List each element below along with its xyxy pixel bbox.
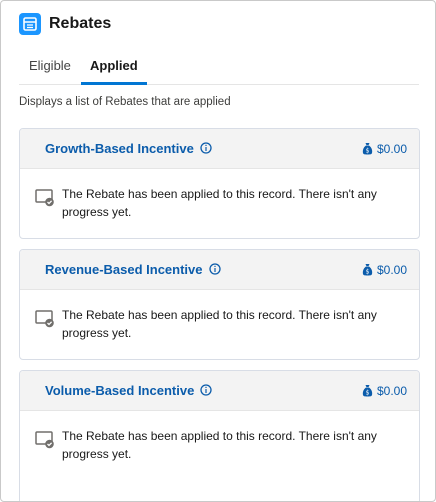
- card-header: Revenue-Based Incentive $ $0.00: [20, 250, 419, 290]
- applied-progress-icon: [35, 310, 54, 328]
- tab-applied[interactable]: Applied: [81, 55, 147, 85]
- rebates-panel: Rebates Eligible Applied Displays a list…: [0, 0, 436, 502]
- applied-progress-icon: [35, 431, 54, 449]
- card-header: Volume-Based Incentive $ $0.00: [20, 371, 419, 411]
- card-body: The Rebate has been applied to this reco…: [20, 290, 419, 359]
- money-bag-icon: $: [362, 264, 373, 276]
- info-icon[interactable]: [200, 142, 212, 154]
- svg-text:$: $: [366, 269, 370, 276]
- money-bag-icon: $: [362, 385, 373, 397]
- rebate-amount-value: $0.00: [376, 384, 407, 398]
- rebate-amount: $ $0.00: [362, 383, 407, 399]
- rebate-amount: $ $0.00: [362, 262, 407, 278]
- info-icon[interactable]: [208, 263, 221, 275]
- tab-bar: Eligible Applied: [19, 55, 419, 85]
- panel-header: Rebates: [1, 1, 435, 47]
- rebate-card: Revenue-Based Incentive $ $0.00 The Rebat…: [19, 249, 420, 360]
- rebate-title: Revenue-Based Incentive: [45, 262, 203, 277]
- rebate-title-link[interactable]: Growth-Based Incentive: [45, 141, 212, 157]
- rebate-card: Volume-Based Incentive $ $0.00 The Rebate…: [19, 370, 420, 501]
- rebate-title: Growth-Based Incentive: [45, 141, 194, 156]
- rebate-title-link[interactable]: Revenue-Based Incentive: [45, 262, 221, 278]
- money-bag-icon: $: [362, 143, 373, 155]
- rebate-amount: $ $0.00: [362, 141, 407, 157]
- card-header: Growth-Based Incentive $ $0.00: [20, 129, 419, 169]
- rebate-title-link[interactable]: Volume-Based Incentive: [45, 383, 212, 399]
- rebate-card: Growth-Based Incentive $ $0.00 The Rebate…: [19, 128, 420, 239]
- card-body: The Rebate has been applied to this reco…: [20, 169, 419, 238]
- tab-eligible[interactable]: Eligible: [29, 55, 71, 85]
- info-icon[interactable]: [200, 384, 212, 396]
- svg-text:$: $: [366, 148, 370, 155]
- panel-description: Displays a list of Rebates that are appl…: [19, 96, 231, 108]
- svg-text:$: $: [366, 390, 370, 397]
- rebate-amount-value: $0.00: [376, 142, 407, 156]
- applied-progress-icon: [35, 189, 54, 207]
- rebate-status-message: The Rebate has been applied to this reco…: [62, 187, 377, 219]
- panel-title: Rebates: [49, 15, 112, 32]
- card-body: The Rebate has been applied to this reco…: [20, 411, 419, 481]
- rebate-status-message: The Rebate has been applied to this reco…: [62, 308, 377, 340]
- table-icon: [19, 13, 41, 35]
- rebate-status-message: The Rebate has been applied to this reco…: [62, 429, 377, 461]
- rebate-title: Volume-Based Incentive: [45, 383, 195, 398]
- rebate-amount-value: $0.00: [376, 263, 407, 277]
